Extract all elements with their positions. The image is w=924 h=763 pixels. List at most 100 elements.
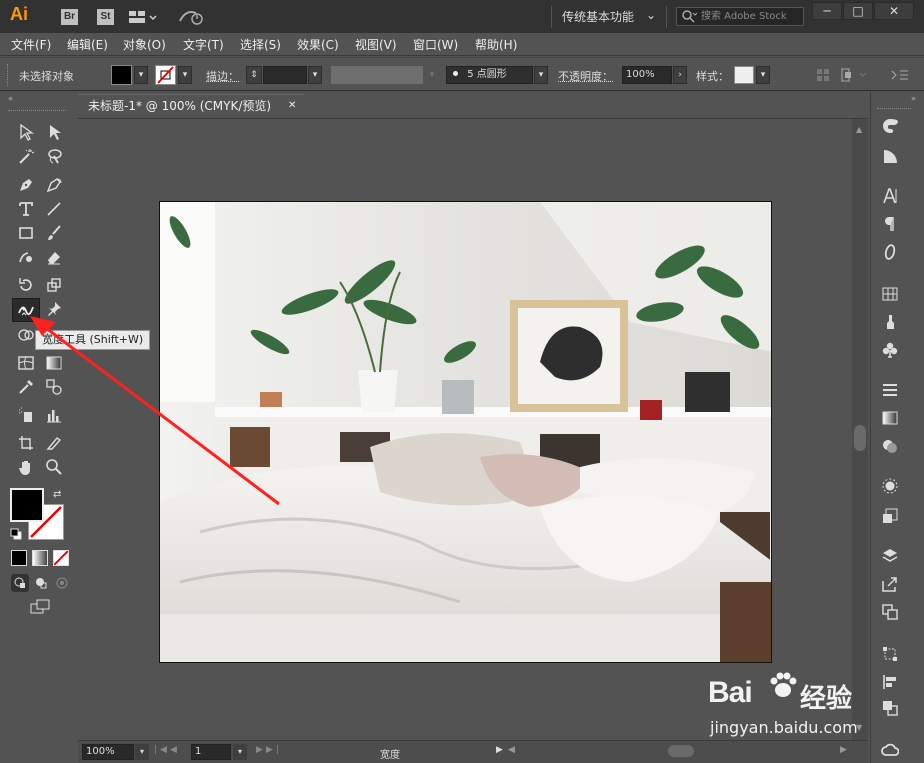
paintbrush-tool[interactable] — [42, 222, 66, 244]
stroke-panel-button[interactable] — [876, 378, 904, 402]
gradient-panel-button[interactable] — [876, 406, 904, 430]
menu-window[interactable]: 窗口(W) — [413, 36, 458, 53]
maximize-icon: □ — [852, 4, 864, 18]
layers-panel-button[interactable] — [876, 544, 904, 568]
line-tool[interactable] — [42, 198, 66, 220]
transform-panel-button[interactable] — [876, 642, 904, 666]
style-swatch[interactable] — [734, 66, 754, 84]
close-tab-icon[interactable]: ✕ — [288, 95, 296, 117]
menu-type[interactable]: 文字(T) — [183, 36, 224, 53]
screen-mode-icon[interactable] — [29, 598, 53, 616]
vertical-scrollbar[interactable]: ▲ ▼ — [852, 119, 868, 740]
stroke-label[interactable]: 描边： — [206, 68, 239, 84]
opacity-arrow[interactable]: › — [673, 66, 687, 84]
curvature-tool[interactable] — [42, 174, 66, 196]
character-panel-button[interactable] — [876, 184, 904, 208]
fill-swatch[interactable] — [111, 65, 132, 85]
eraser-tool[interactable] — [42, 246, 66, 268]
gradient-mode-button[interactable] — [32, 550, 48, 566]
pathfinder-panel-button[interactable] — [876, 696, 904, 720]
graphic-styles-panel-button[interactable] — [876, 504, 904, 528]
appearance-panel-button[interactable] — [876, 474, 904, 498]
magic-wand-tool[interactable] — [14, 145, 38, 167]
brush-dropdown[interactable]: ▾ — [534, 66, 548, 84]
scale-tool[interactable] — [42, 274, 66, 296]
brush-label: 5 点圆形 — [467, 69, 507, 80]
next-last-artboard-icon[interactable]: ▶▶| — [256, 745, 282, 755]
fill-dropdown[interactable]: ▾ — [134, 66, 148, 84]
paragraph-panel-button[interactable] — [876, 212, 904, 236]
collapse-icon[interactable]: « — [8, 94, 13, 103]
draw-behind-icon[interactable] — [32, 574, 50, 592]
stroke-weight-input[interactable] — [263, 66, 307, 84]
pen-tool[interactable] — [14, 174, 38, 196]
panel-menu-icon[interactable] — [890, 67, 910, 83]
zoom-dropdown[interactable]: ▾ — [135, 744, 149, 760]
none-mode-button[interactable] — [53, 550, 69, 566]
rotate-icon — [17, 276, 35, 294]
scroll-up-icon[interactable]: ▲ — [856, 125, 862, 134]
color-panel-button[interactable] — [876, 114, 904, 138]
first-prev-artboard-icon[interactable]: |◀◀ — [154, 745, 180, 755]
scroll-right-icon[interactable]: ▶ — [840, 745, 847, 755]
horizontal-scroll-thumb[interactable] — [668, 745, 694, 757]
asset-export-panel-button[interactable] — [876, 572, 904, 596]
menu-edit[interactable]: 编辑(E) — [67, 36, 108, 53]
color-guide-button[interactable] — [876, 144, 904, 168]
stroke-weight-stepper[interactable]: ⇕ — [246, 66, 262, 84]
opacity-label[interactable]: 不透明度： — [558, 68, 613, 84]
zoom-field[interactable]: 100% — [82, 744, 134, 760]
align-panel-button[interactable] — [876, 670, 904, 694]
expand-dock-icon[interactable]: » — [911, 94, 916, 103]
rectangle-tool[interactable] — [14, 222, 38, 244]
minimize-button[interactable]: ─ — [812, 2, 842, 20]
selection-tool[interactable] — [14, 121, 38, 143]
stroke-swatch[interactable] — [155, 65, 176, 85]
menu-effect[interactable]: 效果(C) — [297, 36, 339, 53]
opacity-input[interactable]: 100% — [622, 66, 672, 84]
stock-button[interactable]: St — [97, 9, 114, 25]
transform-options-icon[interactable] — [840, 67, 870, 83]
stroke-weight-dropdown[interactable]: ▾ — [308, 66, 322, 84]
artboards-panel-button[interactable] — [876, 600, 904, 624]
gpu-performance-icon[interactable] — [176, 7, 206, 27]
variable-width-profile[interactable] — [331, 66, 423, 84]
document-tab[interactable]: 未标题-1* @ 100% (CMYK/预览) ✕ — [78, 94, 304, 118]
scroll-left-icon[interactable]: ◀ — [508, 745, 515, 755]
maximize-button[interactable]: □ — [843, 2, 873, 20]
status-menu-arrow[interactable]: ▶ — [496, 745, 503, 755]
style-dropdown[interactable]: ▾ — [756, 66, 770, 84]
artboard-dropdown[interactable]: ▾ — [233, 744, 247, 760]
swatches-panel-button[interactable] — [876, 282, 904, 306]
default-colors-icon[interactable] — [10, 528, 22, 540]
lasso-tool[interactable] — [42, 145, 66, 167]
draw-normal-icon[interactable] — [11, 574, 29, 592]
align-grid-icon[interactable] — [816, 68, 830, 82]
rotate-tool[interactable] — [14, 274, 38, 296]
arrange-documents-icon[interactable] — [128, 9, 158, 25]
menu-view[interactable]: 视图(V) — [355, 36, 397, 53]
menu-help[interactable]: 帮助(H) — [475, 36, 517, 53]
transparency-panel-button[interactable] — [876, 434, 904, 458]
baidu-suffix: 经验 — [800, 684, 853, 714]
brushes-panel-button[interactable] — [876, 310, 904, 334]
stroke-dropdown[interactable]: ▾ — [178, 66, 192, 84]
symbols-panel-button[interactable] — [876, 338, 904, 362]
direct-selection-tool[interactable] — [42, 121, 66, 143]
draw-inside-icon[interactable] — [53, 574, 71, 592]
menu-object[interactable]: 对象(O) — [123, 36, 166, 53]
artboard-number-field[interactable]: 1 — [191, 744, 231, 760]
color-mode-button[interactable] — [11, 550, 27, 566]
menu-select[interactable]: 选择(S) — [240, 36, 281, 53]
shaper-tool[interactable] — [14, 246, 38, 268]
scroll-thumb[interactable] — [854, 425, 866, 451]
menu-file[interactable]: 文件(F) — [11, 36, 51, 53]
creative-cloud-libraries-button[interactable] — [876, 738, 904, 762]
opentype-panel-button[interactable] — [876, 240, 904, 264]
bridge-button[interactable]: Br — [61, 9, 78, 25]
stock-search-input[interactable]: 搜索 Adobe Stock — [676, 7, 804, 26]
type-tool[interactable] — [14, 198, 38, 220]
close-button[interactable]: ✕ — [874, 2, 914, 20]
workspace-switcher[interactable]: 传统基本功能 ⌄ — [562, 8, 658, 26]
brush-definition[interactable]: 5 点圆形 — [446, 66, 533, 84]
